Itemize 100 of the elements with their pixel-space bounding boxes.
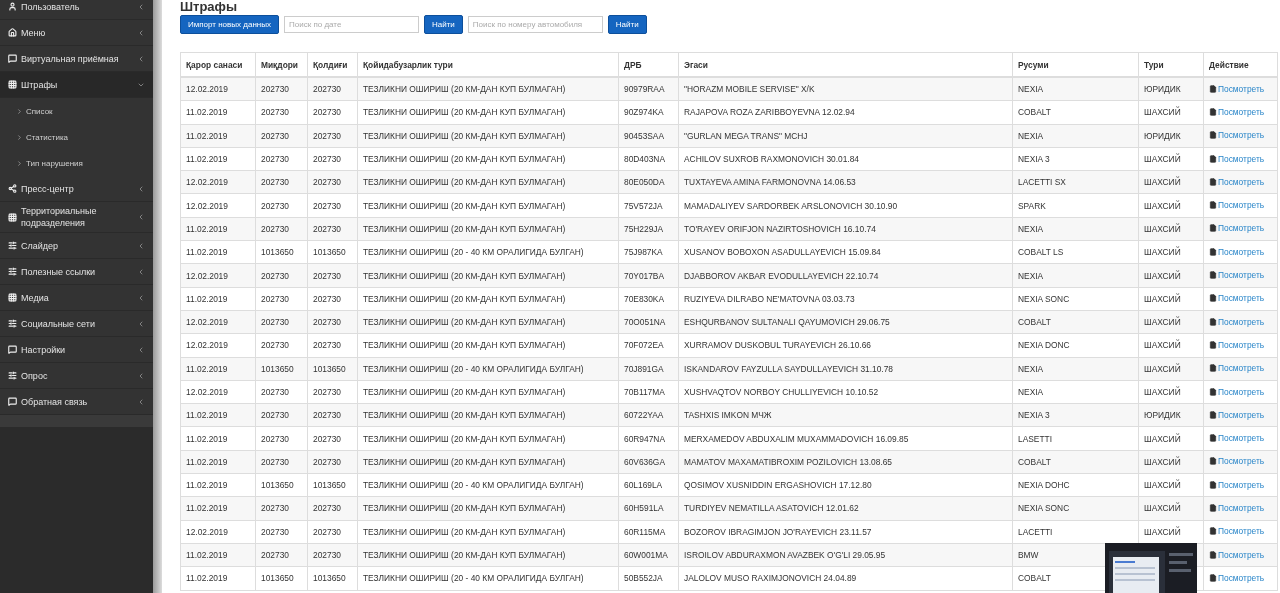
grid-icon	[8, 212, 17, 222]
owner-cell: RUZIYEVA DILRABO NE'MATOVNA 03.03.73	[684, 293, 855, 304]
document-icon	[1209, 364, 1217, 373]
model-cell: LASETTI	[1018, 433, 1052, 444]
chevron-left-icon	[137, 184, 145, 193]
chat-icon	[8, 54, 17, 63]
document-icon	[1209, 247, 1217, 256]
violation-cell: ТЕЗЛИКНИ ОШИРИШ (20 КМ-ДАН КУП БУЛМАГАН)	[363, 433, 566, 444]
model-cell: LACETTI	[1018, 526, 1053, 537]
date-cell: 11.02.2019	[186, 550, 228, 561]
chevron-right-icon	[16, 133, 23, 141]
remainder-cell: 1013650	[313, 247, 346, 258]
violation-cell: ТЕЗЛИКНИ ОШИРИШ (20 КМ-ДАН КУП БУЛМАГАН)	[363, 387, 566, 397]
remainder-cell: 202730	[313, 223, 341, 234]
plate-cell: 60R115MA	[624, 526, 666, 537]
remainder-cell: 202730	[313, 270, 341, 281]
document-icon	[1209, 457, 1217, 466]
type-cell: ЮРИДИК	[1144, 410, 1181, 421]
violation-cell: ТЕЗЛИКНИ ОШИРИШ (20 КМ-ДАН КУП БУЛМАГАН)	[363, 503, 566, 514]
user-icon	[8, 2, 17, 11]
document-icon	[1209, 84, 1217, 93]
violation-cell: ТЕЗЛИКНИ ОШИРИШ (20 КМ-ДАН КУП БУЛМАГАН)	[363, 317, 566, 328]
date-cell: 11.02.2019	[186, 107, 228, 118]
amount-cell: 202730	[261, 526, 289, 537]
document-icon	[1209, 224, 1217, 233]
grid-icon	[8, 80, 17, 89]
owner-cell: TUXTAYEVA AMINA FARMONOVNA 14.06.53	[684, 177, 856, 188]
owner-cell: QOSIMOV XUSNIDDIN ERGASHOVICH 17.12.80	[684, 480, 872, 491]
amount-cell: 202730	[261, 130, 289, 141]
type-cell: ШАХСИЙ	[1144, 177, 1181, 188]
type-cell: ШАХСИЙ	[1144, 223, 1181, 234]
model-cell: NEXIA DOHC	[1018, 480, 1070, 491]
remainder-cell: 202730	[313, 433, 341, 444]
model-cell: NEXIA	[1018, 363, 1044, 374]
amount-cell: 1013650	[261, 247, 294, 258]
owner-cell: MAMATOV MAXAMATIBROXIM POZILOVICH 13.08.65	[684, 456, 893, 467]
amount-cell: 202730	[261, 107, 289, 118]
violation-cell: ТЕЗЛИКНИ ОШИРИШ (20 КМ-ДАН КУП БУЛМАГАН)	[363, 177, 566, 188]
violation-cell: ТЕЗЛИКНИ ОШИРИШ (20 - 40 КМ ОРАЛИГИДА БУЛГАН)	[363, 247, 584, 258]
type-cell: ШАХСИЙ	[1144, 247, 1181, 258]
violation-cell: ТЕЗЛИКНИ ОШИРИШ (20 КМ-ДАН КУП БУЛМАГАН)	[363, 84, 566, 95]
remainder-cell: 202730	[313, 200, 341, 211]
amount-cell: 202730	[261, 433, 289, 444]
owner-cell: XURRAMOV DUSKOBUL TURAYEVICH 26.10.66	[684, 340, 871, 351]
amount-cell: 202730	[261, 410, 289, 421]
violation-cell: ТЕЗЛИКНИ ОШИРИШ (20 КМ-ДАН КУП БУЛМАГАН)	[363, 526, 566, 537]
date-search-field[interactable]: Поиск по дате	[284, 16, 419, 33]
type-cell: ШАХСИЙ	[1144, 154, 1181, 165]
plate-cell: 75H229JA	[624, 223, 664, 234]
amount-cell: 202730	[261, 84, 289, 95]
model-cell: NEXIA SONC	[1018, 293, 1070, 304]
date-cell: 12.02.2019	[186, 340, 228, 351]
chevron-left-icon	[137, 28, 145, 37]
owner-cell: TURDIYEV NEMATILLA ASATOVICH 12.01.62	[684, 503, 859, 514]
share-icon	[8, 184, 17, 193]
page-title: Штрафы	[180, 0, 239, 14]
remainder-cell: 1013650	[313, 573, 346, 584]
date-cell: 11.02.2019	[186, 130, 228, 141]
chevron-left-icon	[137, 319, 145, 328]
date-cell: 11.02.2019	[186, 223, 228, 234]
grid-icon	[8, 293, 17, 302]
amount-cell: 1013650	[261, 480, 294, 491]
type-cell: ШАХСИЙ	[1144, 363, 1181, 374]
find-button[interactable]: Найти	[424, 15, 463, 34]
sidebar-item[interactable]: Штрафы	[0, 72, 153, 98]
owner-cell: TO'RAYEV ORIFJON NAZIRTOSHOVICH 16.10.74	[684, 223, 876, 234]
violation-cell: ТЕЗЛИКНИ ОШИРИШ (20 КМ-ДАН КУП БУЛМАГАН)	[363, 107, 566, 118]
violation-cell: ТЕЗЛИКНИ ОШИРИШ (20 КМ-ДАН КУП БУЛМАГАН)	[363, 130, 566, 141]
model-cell: COBALT	[1018, 573, 1051, 584]
type-cell: ШАХСИЙ	[1144, 293, 1181, 304]
chevron-right-icon	[16, 107, 23, 115]
document-icon	[1209, 131, 1217, 140]
date-cell: 11.02.2019	[186, 363, 228, 374]
remainder-cell: 202730	[313, 130, 341, 141]
amount-cell: 202730	[261, 550, 289, 561]
document-icon	[1209, 107, 1217, 116]
remainder-cell: 202730	[313, 456, 341, 467]
owner-cell: JALOLOV MUSO RAXIMJONOVICH 24.04.89	[684, 573, 857, 584]
type-cell: ШАХСИЙ	[1144, 456, 1181, 467]
find-button[interactable]: Найти	[607, 15, 647, 34]
plate-cell: 60W001MA	[624, 550, 668, 561]
date-cell: 11.02.2019	[186, 433, 228, 444]
model-cell: SPARK	[1018, 200, 1046, 211]
import-button[interactable]: Импорт новых данных	[180, 15, 279, 34]
type-cell: ШАХСИЙ	[1144, 200, 1181, 211]
chat-icon	[8, 397, 17, 406]
chevron-left-icon	[137, 241, 145, 250]
date-cell: 11.02.2019	[186, 154, 228, 165]
remainder-cell: 202730	[313, 177, 341, 188]
date-cell: 11.02.2019	[186, 456, 228, 467]
sidebar-item[interactable]: Пользователь	[0, 0, 153, 20]
remainder-cell: 202730	[313, 84, 341, 95]
date-cell: 11.02.2019	[186, 573, 228, 584]
owner-cell: ACHILOV SUXROB RAXMONOVICH 30.01.84	[684, 154, 859, 165]
owner-cell: ISKANDAROV FAYZULLA SAYDULLAYEVICH 31.10.78	[684, 363, 893, 374]
plate-search-field[interactable]: Поиск по номеру автомобиля	[467, 16, 603, 33]
document-icon	[1209, 504, 1217, 512]
date-cell: 12.02.2019	[186, 200, 228, 211]
plate-cell: 90979RAA	[624, 84, 665, 95]
sliders-icon	[8, 241, 17, 250]
